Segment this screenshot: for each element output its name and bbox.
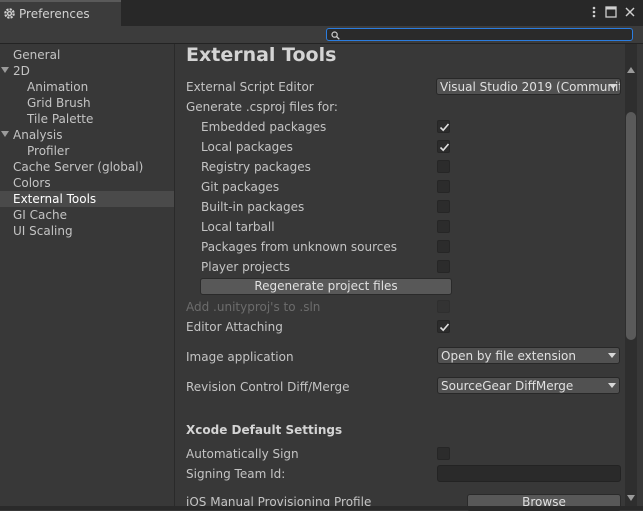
sidebar-item-tile-palette[interactable]: Tile Palette [0, 111, 174, 127]
player-projects-checkbox[interactable] [437, 260, 450, 273]
local-tarball-checkbox[interactable] [437, 220, 450, 233]
registry-packages-label: Registry packages [201, 160, 311, 174]
dropdown-value: Visual Studio 2019 (Community) [440, 80, 621, 94]
expand-arrow-icon[interactable] [1, 67, 9, 73]
sidebar-item-profiler[interactable]: Profiler [0, 143, 174, 159]
automatically-sign-label: Automatically Sign [186, 447, 299, 461]
sidebar-item-label: Profiler [27, 144, 70, 158]
regenerate-project-files-button[interactable]: Regenerate project files [200, 278, 452, 295]
editor-attaching-checkbox[interactable] [437, 320, 450, 333]
sidebar-item-label: Analysis [13, 128, 63, 142]
sidebar-item-label: Tile Palette [27, 112, 94, 126]
sidebar-item-animation[interactable]: Animation [0, 79, 174, 95]
sidebar-item-label: Cache Server (global) [13, 160, 144, 174]
sidebar-item-label: Animation [27, 80, 89, 94]
preferences-tab[interactable]: Preferences [0, 0, 121, 26]
checkmark-icon [439, 323, 450, 332]
sidebar-item-analysis[interactable]: Analysis [0, 127, 174, 143]
kebab-menu-icon[interactable] [587, 4, 601, 20]
sidebar-item-general[interactable]: General [0, 47, 174, 63]
sidebar-item-colors[interactable]: Colors [0, 175, 174, 191]
scrollbar-thumb[interactable] [626, 112, 636, 340]
image-application-label: Image application [186, 350, 294, 364]
editor-attaching-label: Editor Attaching [186, 320, 283, 334]
sidebar-item-label: GI Cache [13, 208, 67, 222]
unknown-sources-checkbox[interactable] [437, 240, 450, 253]
revision-control-dropdown[interactable]: SourceGear DiffMerge [437, 377, 620, 394]
external-script-editor-label: External Script Editor [186, 80, 314, 94]
checkmark-icon [439, 143, 450, 152]
unknown-sources-label: Packages from unknown sources [201, 240, 397, 254]
external-tools-panel: External Tools External Script Editor Vi… [175, 44, 625, 511]
window-bottom-edge [0, 506, 643, 510]
sidebar-item-label: 2D [13, 64, 30, 78]
signing-team-id-field[interactable] [437, 465, 621, 482]
sidebar-item-label: Colors [13, 176, 51, 190]
local-packages-checkbox[interactable] [437, 140, 450, 153]
scroll-up-icon[interactable] [627, 67, 635, 73]
dropdown-value: SourceGear DiffMerge [441, 379, 574, 393]
local-tarball-label: Local tarball [201, 220, 275, 234]
search-input[interactable] [326, 28, 633, 41]
builtin-packages-label: Built-in packages [201, 200, 305, 214]
chevron-down-icon [608, 383, 616, 388]
sidebar-item-external-tools[interactable]: External Tools [0, 191, 174, 207]
signing-team-id-label: Signing Team Id: [186, 467, 286, 481]
gear-icon [3, 7, 16, 20]
add-unityproj-label: Add .unityproj's to .sln [186, 300, 321, 314]
expand-arrow-icon[interactable] [1, 131, 9, 137]
sidebar-item-label: External Tools [13, 192, 97, 206]
player-projects-label: Player projects [201, 260, 291, 274]
sidebar-item-gi-cache[interactable]: GI Cache [0, 207, 174, 223]
vertical-scrollbar[interactable] [625, 44, 637, 510]
image-application-dropdown[interactable]: Open by file extension [437, 347, 620, 364]
chevron-down-icon [608, 353, 616, 358]
sidebar-item-grid-brush[interactable]: Grid Brush [0, 95, 174, 111]
sidebar-item-cache-server[interactable]: Cache Server (global) [0, 159, 174, 175]
chevron-down-icon [609, 84, 617, 89]
external-script-editor-dropdown[interactable]: Visual Studio 2019 (Community) [436, 78, 621, 95]
checkmark-icon [439, 123, 450, 132]
sidebar-item-ui-scaling[interactable]: UI Scaling [0, 223, 174, 239]
generate-csproj-label: Generate .csproj files for: [186, 100, 338, 114]
revision-control-label: Revision Control Diff/Merge [186, 380, 350, 394]
local-packages-label: Local packages [201, 140, 293, 154]
registry-packages-checkbox[interactable] [437, 160, 450, 173]
automatically-sign-checkbox[interactable] [437, 447, 450, 460]
git-packages-label: Git packages [201, 180, 280, 194]
embedded-packages-label: Embedded packages [201, 120, 327, 134]
sidebar-item-label: UI Scaling [13, 224, 73, 238]
sidebar-item-label: Grid Brush [27, 96, 91, 110]
scroll-down-icon[interactable] [627, 495, 635, 501]
title-bar: Preferences [0, 0, 643, 26]
add-unityproj-checkbox [437, 300, 450, 313]
sidebar-item-2d[interactable]: 2D [0, 63, 174, 79]
embedded-packages-checkbox[interactable] [437, 120, 450, 133]
sidebar-item-label: General [13, 48, 61, 62]
search-icon [331, 31, 340, 40]
xcode-section-title: Xcode Default Settings [186, 423, 343, 437]
close-icon[interactable] [623, 4, 637, 20]
maximize-icon[interactable] [604, 4, 618, 20]
toolbar [0, 26, 643, 44]
dropdown-value: Open by file extension [441, 349, 576, 363]
preferences-sidebar: General 2D Animation Grid Brush Tile Pal… [0, 44, 174, 510]
git-packages-checkbox[interactable] [437, 180, 450, 193]
tab-title: Preferences [19, 7, 90, 21]
page-title: External Tools [186, 44, 337, 66]
builtin-packages-checkbox[interactable] [437, 200, 450, 213]
